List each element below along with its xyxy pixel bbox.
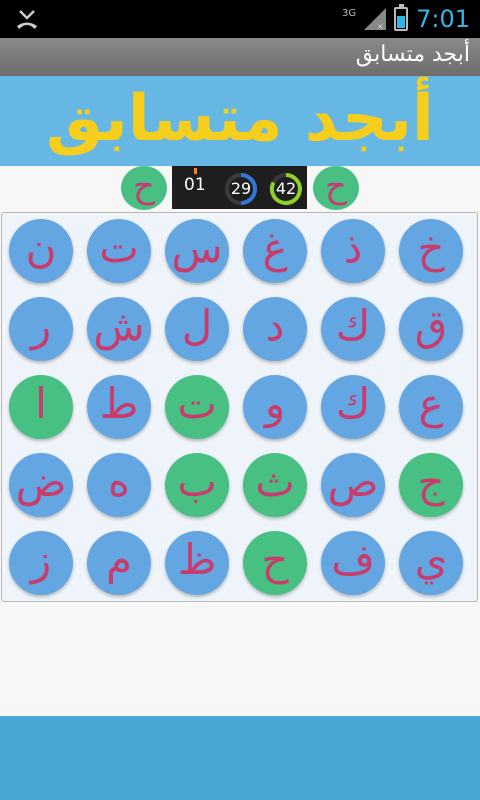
target-letter-right: ح <box>313 166 359 210</box>
bottom-panel <box>0 716 480 800</box>
letter-tile[interactable]: ض <box>9 453 73 517</box>
timer-blue: 29 <box>224 172 258 206</box>
battery-charging-icon <box>394 4 409 31</box>
score-panel: 01 29 42 <box>172 166 307 209</box>
letter-tile[interactable]: ص <box>321 453 385 517</box>
letter-tile[interactable]: ز <box>9 531 73 595</box>
signal-icon: × <box>364 8 387 30</box>
missed-call-icon <box>17 10 37 29</box>
timer-green: 42 <box>269 172 303 206</box>
letter-tile[interactable]: ت <box>87 219 151 283</box>
letter-tile[interactable]: ث <box>243 453 307 517</box>
letter-tile[interactable]: ج <box>399 453 463 517</box>
network-type-label: 3G <box>341 7 357 19</box>
letter-tile[interactable]: ك <box>321 375 385 439</box>
letter-tile[interactable]: غ <box>243 219 307 283</box>
clock-time: 7:01 <box>416 5 470 33</box>
letter-tile[interactable]: م <box>87 531 151 595</box>
letter-tile[interactable]: ع <box>399 375 463 439</box>
letter-tile[interactable]: ر <box>9 297 73 361</box>
timer-blue-value: 29 <box>230 179 252 198</box>
letter-tile[interactable]: س <box>165 219 229 283</box>
level-progress-mark <box>194 168 197 174</box>
letter-tile[interactable]: ت <box>165 375 229 439</box>
letter-tile[interactable]: ي <box>399 531 463 595</box>
action-bar: أبجد متسابق <box>0 38 480 76</box>
letter-tile[interactable]: ب <box>165 453 229 517</box>
letter-tile[interactable]: ل <box>165 297 229 361</box>
target-letter-left: ح <box>121 166 167 210</box>
letter-grid: نتسغذخرشلدكقاطتوكعضهبثصجزمظحفي <box>1 212 478 602</box>
letter-tile[interactable]: ا <box>9 375 73 439</box>
letter-tile[interactable]: ف <box>321 531 385 595</box>
svg-text:×: × <box>377 22 384 30</box>
letter-tile[interactable]: ط <box>87 375 151 439</box>
status-bar: 3G × 7:01 <box>0 0 480 38</box>
letter-tile[interactable]: ك <box>321 297 385 361</box>
letter-tile[interactable]: د <box>243 297 307 361</box>
game-banner: أبجد متسابق <box>0 76 480 166</box>
banner-title: أبجد متسابق <box>46 82 434 156</box>
letter-tile[interactable]: ق <box>399 297 463 361</box>
letter-tile[interactable]: ه <box>87 453 151 517</box>
letter-tile[interactable]: خ <box>399 219 463 283</box>
letter-tile[interactable]: ح <box>243 531 307 595</box>
letter-tile[interactable]: ظ <box>165 531 229 595</box>
level-number: 01 <box>184 175 206 195</box>
letter-tile[interactable]: ذ <box>321 219 385 283</box>
app-title: أبجد متسابق <box>355 42 470 67</box>
letter-tile[interactable]: و <box>243 375 307 439</box>
letter-tile[interactable]: ش <box>87 297 151 361</box>
letter-tile[interactable]: ن <box>9 219 73 283</box>
timer-green-value: 42 <box>275 179 297 198</box>
